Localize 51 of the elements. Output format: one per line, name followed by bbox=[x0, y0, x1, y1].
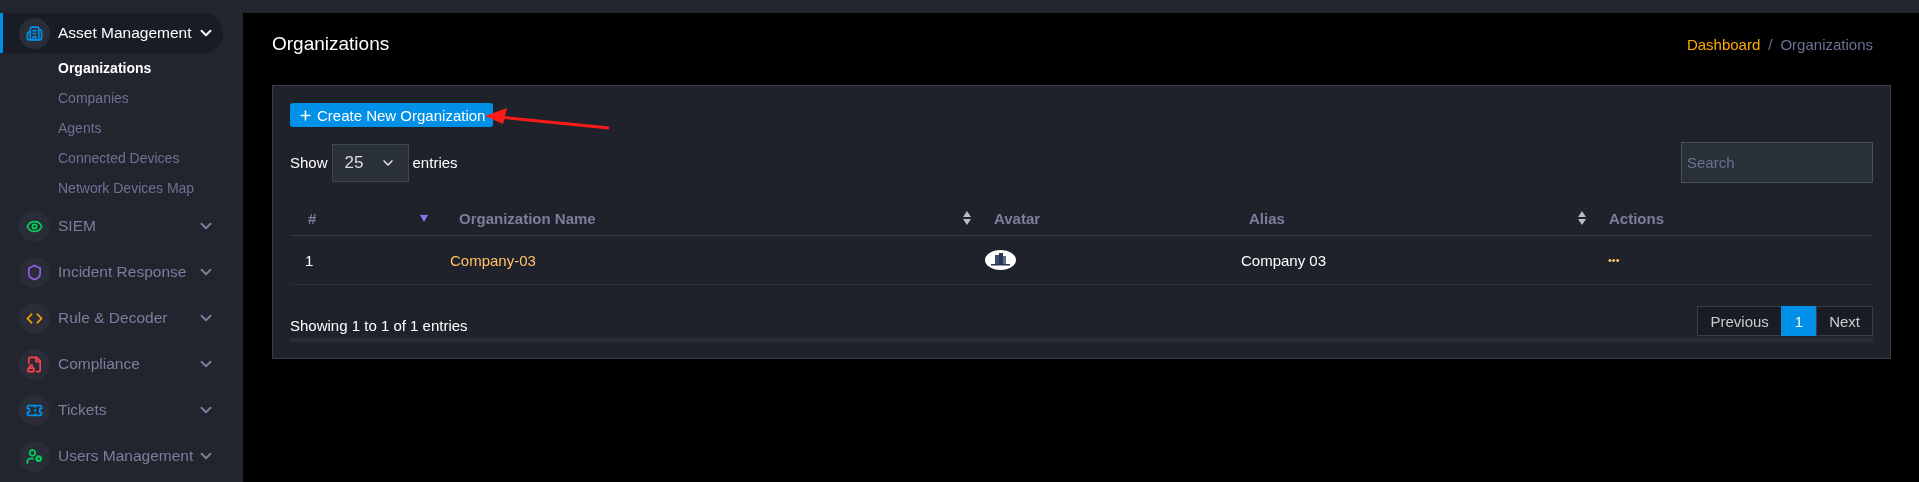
sidebar-item[interactable]: Asset Management bbox=[0, 13, 223, 53]
shield-icon bbox=[19, 256, 50, 288]
sidebar-item[interactable]: Compliance bbox=[0, 341, 223, 387]
sidebar-label: Compliance bbox=[58, 355, 141, 373]
table-cell: Company 03 bbox=[1241, 251, 1327, 269]
locked-file-icon bbox=[19, 348, 50, 380]
sidebar-label: Users Management bbox=[58, 447, 195, 465]
sort-icon[interactable] bbox=[962, 210, 972, 226]
create-button[interactable]: Create New Organization bbox=[290, 103, 494, 127]
column-header[interactable]: Organization Name bbox=[441, 201, 976, 236]
ticket-icon bbox=[19, 394, 50, 426]
plus-icon bbox=[298, 107, 313, 123]
length-label: entries bbox=[412, 154, 458, 171]
breadcrumb-link[interactable]: Dashboard bbox=[1686, 35, 1761, 53]
breadcrumb-current: Organizations bbox=[1780, 35, 1873, 53]
column-header[interactable]: # bbox=[290, 201, 441, 236]
sidebar-label: Tickets bbox=[58, 401, 108, 419]
sidebar-label: SIEM bbox=[58, 217, 97, 235]
eye-icon bbox=[19, 210, 50, 242]
actions-menu[interactable]: ••• bbox=[1608, 254, 1620, 266]
submenu-item[interactable]: Network Devices Map bbox=[58, 180, 195, 196]
submenu-item[interactable]: Agents bbox=[58, 120, 102, 136]
submenu-item[interactable]: Companies bbox=[58, 90, 129, 106]
column-header[interactable]: Alias bbox=[1231, 201, 1591, 236]
sidebar-item[interactable]: SIEM bbox=[0, 203, 223, 249]
page-size-select[interactable]: 25 bbox=[331, 143, 409, 182]
length-label: Show bbox=[290, 154, 328, 171]
breadcrumb-separator: / bbox=[1768, 35, 1773, 53]
table-info: Showing 1 to 1 of 1 entries bbox=[290, 317, 468, 336]
sidebar-label: Asset Management bbox=[58, 24, 193, 42]
submenu-item[interactable]: Organizations bbox=[58, 60, 152, 76]
sidebar-item[interactable]: Incident Response bbox=[0, 249, 223, 295]
sidebar-label: Incident Response bbox=[58, 263, 188, 281]
code-icon bbox=[19, 302, 50, 334]
pagination-button[interactable]: Next bbox=[1816, 306, 1873, 336]
user-gear-icon bbox=[19, 440, 50, 472]
organization-link[interactable]: Company-03 bbox=[450, 251, 536, 269]
page-title: Organizations bbox=[272, 33, 390, 55]
sidebar-label: Rule & Decoder bbox=[58, 309, 169, 327]
column-header: Actions bbox=[1591, 201, 1873, 236]
building-icon bbox=[19, 17, 50, 49]
column-header: Avatar bbox=[976, 201, 1231, 236]
sidebar-item[interactable]: Rule & Decoder bbox=[0, 295, 223, 341]
table-cell: 1 bbox=[305, 251, 314, 269]
sort-icon[interactable] bbox=[1577, 210, 1587, 226]
search-field[interactable]: Search bbox=[1681, 142, 1873, 183]
sidebar-item[interactable]: Tickets bbox=[0, 387, 223, 433]
pagination-button[interactable]: Previous bbox=[1697, 306, 1782, 336]
submenu-item[interactable]: Connected Devices bbox=[58, 150, 180, 166]
sort-descending-icon[interactable] bbox=[419, 213, 429, 223]
sidebar-item[interactable]: Users Management bbox=[0, 433, 223, 479]
